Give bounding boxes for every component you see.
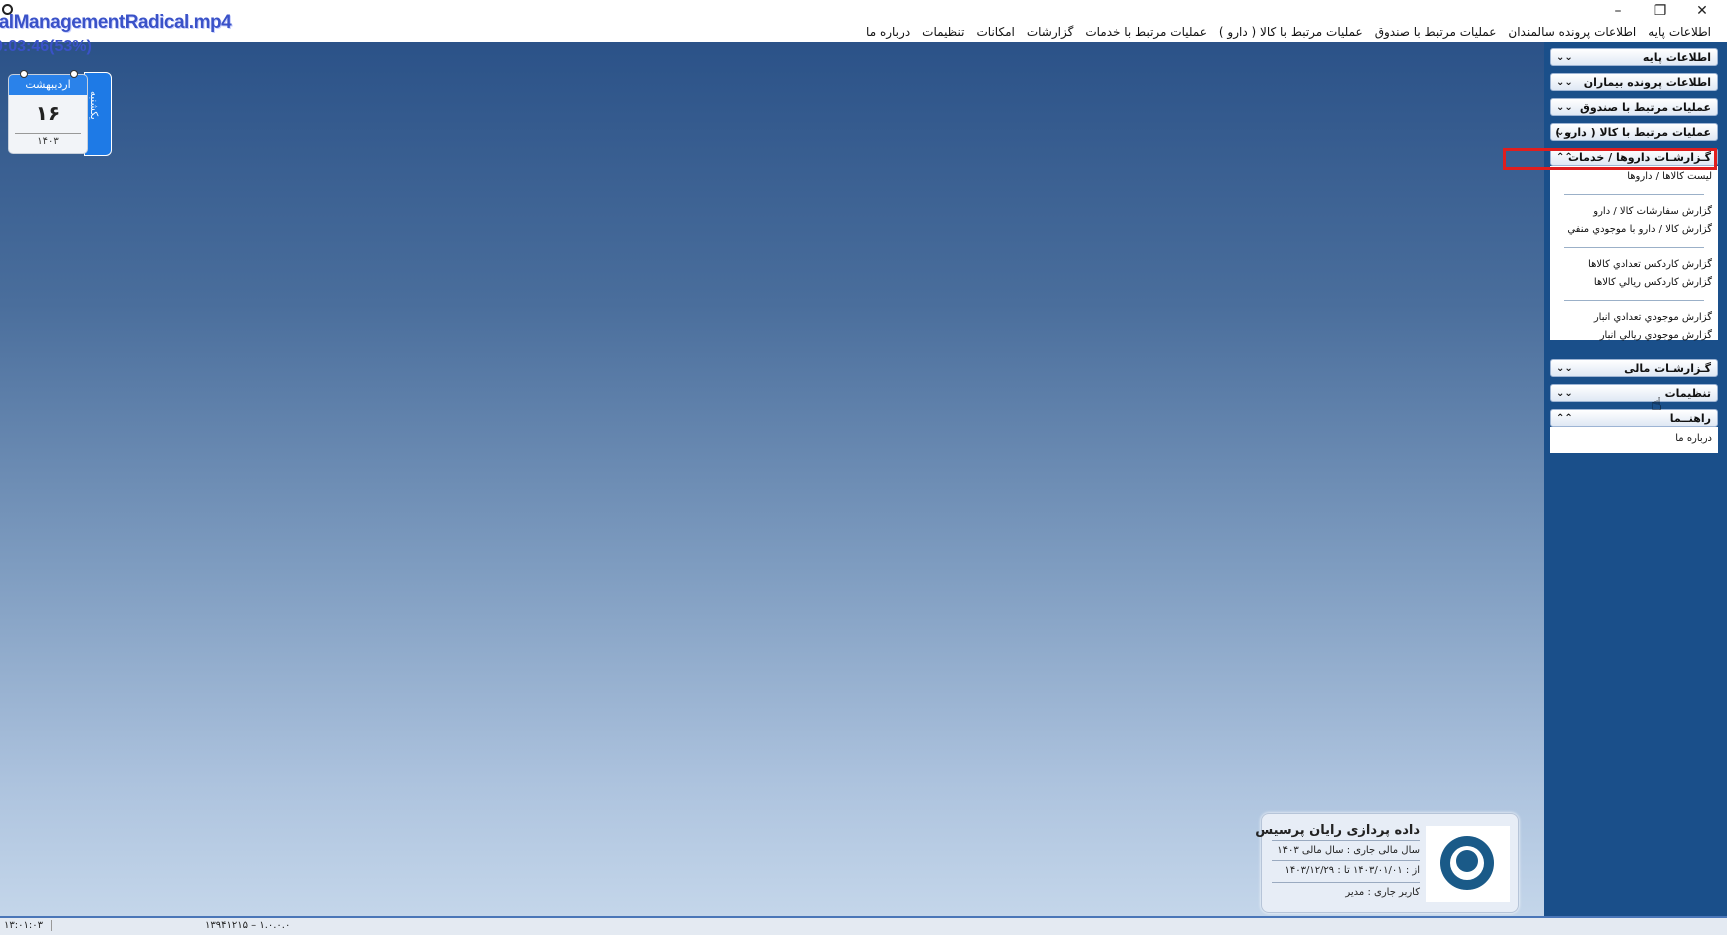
- calendar-ring-icon: [70, 70, 78, 78]
- chevron-down-icon: ⌄⌄: [1556, 77, 1573, 88]
- nav-item-kardex-rial[interactable]: گزارش کاردکس ريالي کالاها: [1550, 274, 1718, 292]
- nav-item-goods-list[interactable]: لیست کالاها / داروها: [1550, 168, 1718, 186]
- company-logo-icon: [1426, 826, 1510, 902]
- chevron-down-icon: ⌄⌄: [1556, 52, 1573, 63]
- fiscal-year: سال مالی جاری : سال مالی ۱۴۰۳: [1277, 845, 1420, 856]
- chevron-down-icon: ⌄⌄: [1556, 388, 1573, 399]
- nav-section-label: عملیات مرتبط با صندوق: [1579, 101, 1711, 114]
- status-bar: ۱۳:۰۱:۰۳ ۱۳۹۴۱۲۱۵ – ۱.۰.۰.۰: [0, 916, 1727, 935]
- nav-item-kardex-count[interactable]: گزارش کاردکس تعدادي کالاها: [1550, 256, 1718, 274]
- video-time-overlay: 0:03:46(53%): [0, 38, 92, 55]
- menu-facilities[interactable]: امکانات: [971, 25, 1021, 39]
- nav-section-cashbox[interactable]: عملیات مرتبط با صندوق ⌄⌄: [1550, 98, 1718, 116]
- chevron-down-icon: ⌄⌄: [1556, 127, 1573, 138]
- nav-item-stock-count[interactable]: گزارش موجودي تعدادي انبار: [1550, 309, 1718, 327]
- nav-item-negative-stock-report[interactable]: گزارش کالا / دارو با موجودي منفي: [1550, 221, 1718, 239]
- desktop-area: یکشنبه اردیبهشت ۱۶ ۱۴۰۳ داده پردازی رایا…: [0, 42, 1544, 916]
- calendar-widget: یکشنبه اردیبهشت ۱۶ ۱۴۰۳: [6, 70, 112, 156]
- hand-cursor-icon: ☝: [1651, 394, 1662, 415]
- title-bar: – ❐ ✕: [0, 0, 1727, 22]
- nav-section-goods[interactable]: عملیات مرتبط با کالا ( دارو ) ⌄⌄: [1550, 123, 1718, 141]
- close-button[interactable]: ✕: [1691, 2, 1713, 20]
- minimize-button[interactable]: –: [1607, 2, 1629, 20]
- calendar-day: ۱۶: [35, 101, 61, 125]
- calendar-page: اردیبهشت ۱۶ ۱۴۰۳: [8, 74, 88, 154]
- nav-section-patients[interactable]: اطلاعات پرونده بیماران ⌄⌄: [1550, 73, 1718, 91]
- calendar-weekday-strip: یکشنبه: [84, 72, 112, 156]
- calendar-month: اردیبهشت: [9, 75, 87, 95]
- highlight-frame: [1503, 148, 1717, 170]
- nav-section-label: عملیات مرتبط با کالا ( دارو ): [1555, 126, 1711, 139]
- window-controls: – ❐ ✕: [1607, 2, 1713, 20]
- nav-section-settings[interactable]: تنظیمات ⌄⌄: [1550, 384, 1718, 402]
- chevron-down-icon: ⌄⌄: [1556, 363, 1573, 374]
- menu-settings[interactable]: تنظیمات: [916, 25, 970, 39]
- nav-item-stock-rial[interactable]: گزارش موجودي ريالي انبار: [1550, 327, 1718, 345]
- video-filename-overlay: tralManagementRadical.mp4: [0, 12, 232, 33]
- chevron-down-icon: ⌄⌄: [1556, 102, 1573, 113]
- maximize-button[interactable]: ❐: [1649, 2, 1671, 20]
- chevron-up-icon: ⌃⌃: [1556, 413, 1573, 424]
- calendar-ring-icon: [20, 70, 28, 78]
- current-user: کاربر جاری : مدیر: [1345, 887, 1420, 898]
- company-name: داده پردازی رایان پرسیس: [1255, 823, 1420, 838]
- menu-services[interactable]: عملیات مرتبط با خدمات: [1079, 25, 1213, 39]
- nav-section-label: اطلاعات پرونده بیماران: [1583, 76, 1711, 89]
- nav-section-help[interactable]: راهنــما ⌃⌃: [1550, 409, 1718, 427]
- nav-section-label: تنظیمات: [1664, 387, 1711, 400]
- menu-bar: اطلاعات پایه اطلاعات پرونده سالمندان عمل…: [0, 22, 1727, 42]
- calendar-year: ۱۴۰۳: [15, 133, 81, 147]
- company-info-box: داده پردازی رایان پرسیس سال مالی جاری : …: [1255, 813, 1519, 913]
- nav-section-label: اطلاعات پایه: [1642, 51, 1711, 64]
- nav-panel: اطلاعات پایه ⌄⌄ اطلاعات پرونده بیماران ⌄…: [1544, 42, 1727, 916]
- nav-section-base[interactable]: اطلاعات پایه ⌄⌄: [1550, 48, 1718, 66]
- nav-section-label: گـزارشـات مالی: [1624, 362, 1711, 375]
- calendar-weekday: یکشنبه: [88, 91, 99, 120]
- status-version: ۱۳۹۴۱۲۱۵ – ۱.۰.۰.۰: [205, 920, 291, 931]
- menu-cashbox[interactable]: عملیات مرتبط با صندوق: [1369, 25, 1503, 39]
- menu-elderly-records[interactable]: اطلاعات پرونده سالمندان: [1502, 25, 1642, 39]
- nav-drug-reports-body: لیست کالاها / داروها گزارش سفارشات کالا …: [1550, 166, 1718, 341]
- nav-item-about[interactable]: درباره ما: [1550, 430, 1718, 448]
- nav-item-order-report[interactable]: گزارش سفارشات کالا / دارو: [1550, 203, 1718, 221]
- fiscal-range: از : ۱۴۰۳/۰۱/۰۱ تا : ۱۴۰۳/۱۲/۲۹: [1284, 865, 1420, 876]
- nav-help-body: درباره ما: [1550, 427, 1718, 453]
- nav-section-label: راهنــما: [1669, 412, 1711, 425]
- status-clock: ۱۳:۰۱:۰۳: [4, 920, 52, 931]
- menu-about[interactable]: درباره ما: [860, 25, 916, 39]
- menu-base-info[interactable]: اطلاعات پایه: [1642, 25, 1717, 39]
- nav-section-financial[interactable]: گـزارشـات مالی ⌄⌄: [1550, 359, 1718, 377]
- menu-goods[interactable]: عملیات مرتبط با کالا ( دارو ): [1213, 25, 1369, 39]
- menu-reports[interactable]: گزارشات: [1021, 25, 1079, 39]
